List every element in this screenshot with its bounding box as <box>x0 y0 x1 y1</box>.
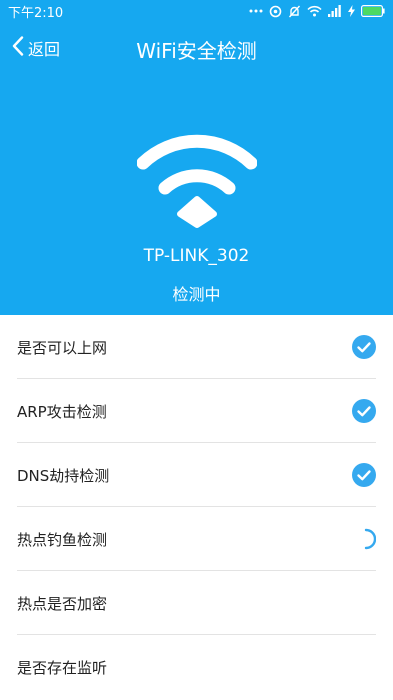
status-icons <box>249 5 385 18</box>
page-title: WiFi安全检测 <box>136 39 257 63</box>
more-dots-icon <box>249 9 263 13</box>
check-label: 热点钓鱼检测 <box>17 530 108 549</box>
check-circle-icon <box>352 335 376 359</box>
list-item: 热点是否加密 <box>0 571 393 635</box>
check-label: DNS劫持检测 <box>17 466 110 485</box>
scan-status: 检测中 <box>172 285 221 304</box>
status-bar: 下午2:10 <box>0 0 393 22</box>
sync-icon <box>269 5 282 18</box>
loading-spinner-icon <box>352 527 377 551</box>
list-item: DNS劫持检测 <box>0 443 393 507</box>
cell-signal-icon <box>328 5 342 17</box>
status-time: 下午2:10 <box>8 5 64 21</box>
list-item: 是否可以上网 <box>0 315 393 379</box>
check-list: 是否可以上网 ARP攻击检测 DNS劫持检测 热点钓鱼检测 热点是否加密 是否存… <box>0 315 393 699</box>
wifi-signal-icon <box>307 5 322 17</box>
wifi-ssid: TP-LINK_302 <box>143 246 250 266</box>
nav-bar: 返回 WiFi安全检测 <box>0 22 393 74</box>
check-circle-icon <box>352 463 376 487</box>
wifi-large-icon <box>136 120 258 232</box>
battery-icon <box>361 5 385 17</box>
list-item: 是否存在监听 <box>0 635 393 699</box>
check-label: 是否可以上网 <box>17 338 108 357</box>
check-label: 热点是否加密 <box>17 594 108 613</box>
list-item: ARP攻击检测 <box>0 379 393 443</box>
mute-bell-icon <box>288 5 301 18</box>
charging-icon <box>348 5 355 17</box>
list-item: 热点钓鱼检测 <box>0 507 393 571</box>
check-label: 是否存在监听 <box>17 658 108 677</box>
header-panel: 返回 WiFi安全检测 TP-LINK_302 检测中 <box>0 22 393 315</box>
check-circle-icon <box>352 399 376 423</box>
check-label: ARP攻击检测 <box>17 402 107 421</box>
